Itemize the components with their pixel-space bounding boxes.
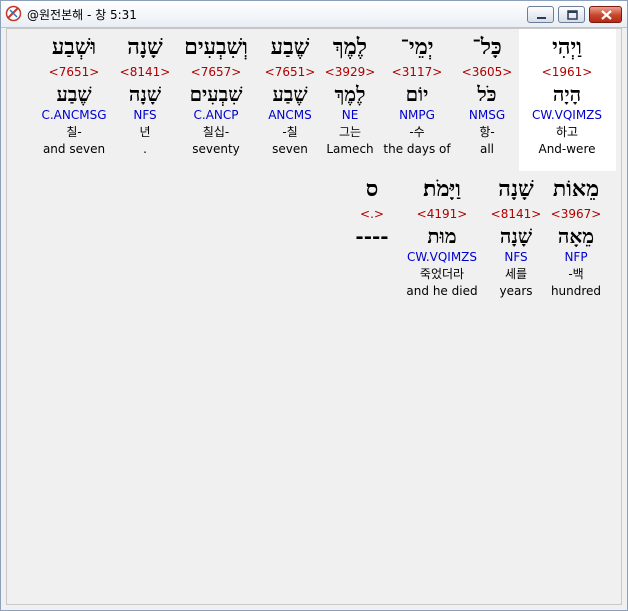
lemma-word: שָׁנָה [128,82,162,106]
parse-code: NFS [133,108,157,122]
interlinear-view[interactable]: וַיְהִי <1961> הָיָה CW.VQIMZS 하고 And-we… [6,28,622,605]
word-2[interactable]: כָּל־ <3605> כֹּל NMSG 항- all [447,33,527,157]
word-5[interactable]: שֶׁבַע <7651> שֶׁבַע ANCMS -칠 seven [250,33,330,157]
english-gloss: and seven [42,142,106,156]
korean-gloss: 칠- [66,125,82,139]
parse-code [332,249,412,266]
parse-code: C.ANCMSG [41,108,107,122]
hebrew-word: שָׁנָה [127,34,163,60]
korean-gloss: 하고 [555,125,579,139]
english-gloss: . [143,142,147,156]
hebrew-word: וַיְהִי [552,34,582,60]
strong-number[interactable]: <7651> [250,64,330,82]
strong-number[interactable]: <7657> [176,64,256,82]
lemma-word: ---- [355,224,389,248]
strong-number[interactable]: <7651> [34,64,114,82]
lemma-word: כֹּל [477,82,497,106]
window-title: @원전본해 - 창 5:31 [27,8,137,22]
parse-code: NFS [504,250,528,264]
lemma-word: שֶׁבַע [56,82,92,106]
english-gloss: seven [272,142,308,156]
parse-code: ANCMS [268,108,312,122]
minimize-icon [537,17,546,19]
close-icon [601,10,612,20]
parse-code: NMSG [468,108,506,122]
close-button[interactable] [589,6,622,23]
hebrew-word: שֶׁבַע [270,34,310,60]
minimize-button[interactable] [527,6,554,23]
word-10[interactable]: שָׁנָה <8141> שָׁנָה NFS 세를 years [476,175,556,299]
korean-gloss: -칠 [282,125,298,139]
maximize-button[interactable] [558,6,585,23]
parse-code: CW.VQIMZS [406,250,478,264]
korean-gloss: 년 [139,125,151,139]
word-12[interactable]: ס <.> ---- [332,175,412,299]
word-8[interactable]: וּשְׁבַע <7651> שֶׁבַע C.ANCMSG 칠- and s… [34,33,114,157]
lemma-word: שָׁנָה [499,224,533,248]
word-7[interactable]: שָׁנָה <8141> שָׁנָה NFS 년 . [105,33,185,157]
hebrew-word: כָּל־ [472,34,502,60]
korean-gloss [332,266,412,283]
strong-number[interactable]: <3605> [447,64,527,82]
lemma-word: שֶׁבַע [272,82,308,106]
strong-number[interactable]: <.> [332,206,412,224]
hebrew-word: ס [365,176,379,202]
korean-gloss: 칠십- [202,125,230,139]
lemma-word: הָיָה [552,82,582,106]
app-icon[interactable] [5,5,22,22]
word-11[interactable]: וַיָּמֹת׃ <4191> מוּת CW.VQIMZS 죽었더라 and… [402,175,482,299]
app-window: @원전본해 - 창 5:31 וַיְהִי <1961> הָיָה CW.V… [0,0,628,611]
strong-number[interactable]: <4191> [402,206,482,224]
parse-code: C.ANCP [193,108,239,122]
english-gloss: and he died [406,284,478,298]
maximize-icon [567,10,578,20]
lemma-word: שִׁבְעִים [189,82,243,106]
english-gloss: all [479,142,495,156]
strong-number[interactable]: <8141> [476,206,556,224]
english-gloss: seventy [192,142,240,156]
parse-code: CW.VQIMZS [531,108,603,122]
strong-number[interactable]: <8141> [105,64,185,82]
word-1[interactable]: וַיְהִי <1961> הָיָה CW.VQIMZS 하고 And-we… [527,33,607,157]
title-bar[interactable]: @원전본해 - 창 5:31 [1,1,627,28]
english-gloss [332,283,412,299]
hebrew-word: וְשִׁבְעִים [184,34,248,60]
strong-number[interactable]: <1961> [527,64,607,82]
english-gloss: years [499,284,533,298]
korean-gloss: 항- [479,125,495,139]
hebrew-word: וַיָּמֹת׃ [423,176,461,202]
korean-gloss: 죽었더라 [419,267,465,281]
hebrew-word: שָׁנָה [498,176,534,202]
lemma-word: מוּת [427,224,457,248]
english-gloss: And-were [538,142,596,156]
word-6[interactable]: וְשִׁבְעִים <7657> שִׁבְעִים C.ANCP 칠십- … [176,33,256,157]
hebrew-word: וּשְׁבַע [51,34,97,60]
korean-gloss: 세를 [504,267,528,281]
